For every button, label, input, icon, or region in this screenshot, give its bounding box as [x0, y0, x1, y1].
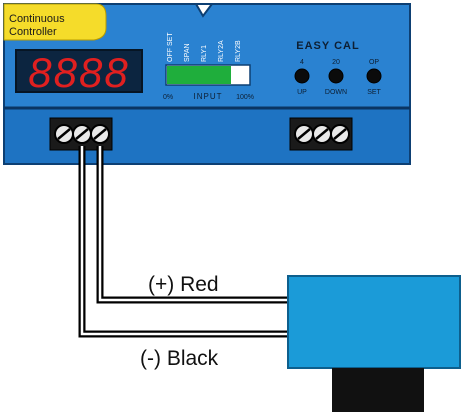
- title-line-1: Continuous: [9, 13, 65, 25]
- screw-terminal: [312, 124, 332, 144]
- input-column-label: RLY2B: [235, 40, 242, 62]
- input-max-label: 100%: [236, 94, 254, 101]
- screw-terminal: [54, 124, 74, 144]
- easy-cal-button-top-label: 20: [332, 59, 340, 66]
- easy-cal-button-bottom-label: DOWN: [325, 89, 347, 96]
- input-column-label: RLY2A: [218, 40, 225, 62]
- screw-terminal: [72, 124, 92, 144]
- screw-terminal: [294, 124, 314, 144]
- input-center-label: INPUT: [194, 92, 223, 101]
- input-column-label: OFF SET: [167, 32, 174, 62]
- sensor-body: [332, 368, 424, 412]
- display-digits: 8888: [28, 49, 129, 96]
- input-column-label: SPAN: [184, 43, 191, 62]
- screw-terminal: [330, 124, 350, 144]
- easy-cal-button-bottom-label: UP: [297, 89, 307, 96]
- screw-terminal: [90, 124, 110, 144]
- easy-cal-button-knob[interactable]: [294, 68, 310, 84]
- wire-positive-label: (+) Red: [148, 273, 219, 296]
- wire-negative-black: [78, 146, 290, 338]
- input-bar-fill: [167, 66, 231, 84]
- easy-cal-button-bottom-label: SET: [367, 89, 381, 96]
- easy-cal-button-knob[interactable]: [328, 68, 344, 84]
- sensor-housing: [287, 275, 461, 369]
- wiring-diagram: Continuous Controller 8888 OFF SET SPAN RL…: [0, 0, 463, 412]
- easy-cal-button-top-label: 4: [300, 59, 304, 66]
- easy-cal-title: EASY CAL: [296, 40, 359, 52]
- input-column-label: RLY1: [201, 45, 208, 62]
- input-min-label: 0%: [163, 94, 173, 101]
- wire-negative-label: (-) Black: [140, 347, 219, 370]
- title-line-2: Controller: [9, 26, 57, 38]
- easy-cal-button-knob[interactable]: [366, 68, 382, 84]
- easy-cal-button-top-label: OP: [369, 59, 379, 66]
